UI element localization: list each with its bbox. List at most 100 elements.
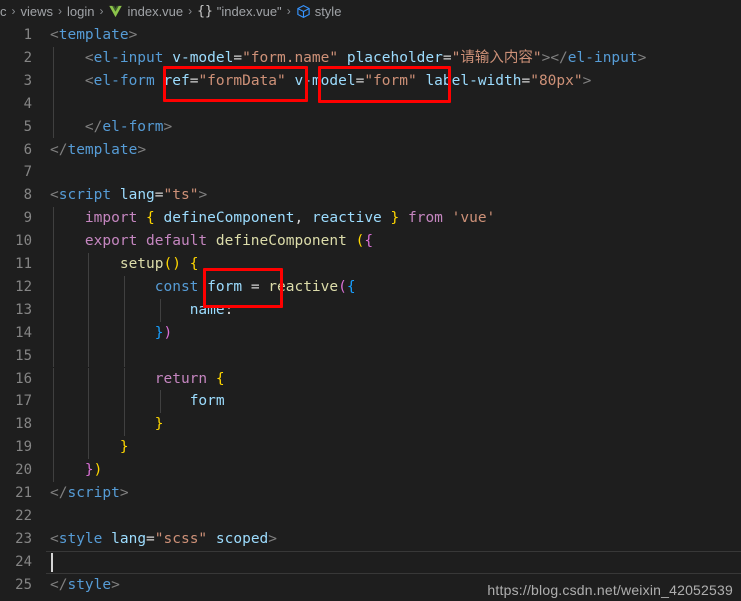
code-token: < (84, 72, 94, 89)
breadcrumb-item-index-vue[interactable]: index.vue (108, 4, 183, 19)
code-line[interactable]: 11 setup() { (0, 253, 741, 276)
code-line[interactable]: 2 <el-input v-model="form.name" placehol… (0, 46, 741, 70)
code-token: ) (163, 324, 173, 341)
code-token: = (146, 530, 155, 547)
code-token: </ (50, 576, 68, 593)
code-token: style (58, 530, 103, 547)
code-line-text: <template> (50, 24, 137, 47)
code-token: = (250, 278, 260, 295)
breadcrumb-item-style[interactable]: style (296, 4, 341, 19)
vscode-editor-window: c › views › login › index.vue ›{} "index.vue" › st… (0, 0, 741, 601)
code-token: : (224, 301, 234, 318)
code-line[interactable]: 20 }) (0, 459, 741, 482)
code-token: "80px" (530, 72, 583, 89)
watermark-url: https://blog.csdn.net/weixin_42052539 (487, 582, 733, 598)
code-line[interactable]: 10 export default defineComponent ({ (0, 230, 741, 253)
code-line-text: <el-form ref="formData" v-model="form" l… (50, 70, 591, 93)
code-line[interactable]: 21 </script> (0, 482, 741, 505)
line-number: 10 (15, 233, 32, 250)
breadcrumb-item-views[interactable]: views (21, 4, 54, 19)
line-number: 3 (23, 72, 32, 89)
code-line[interactable]: 12 const form = reactive({ (0, 275, 741, 299)
code-token: return (154, 370, 208, 387)
code-line[interactable]: 5 </el-form> (0, 115, 741, 139)
code-token: > (637, 49, 647, 66)
line-number: 18 (15, 416, 32, 433)
code-line[interactable]: 13 name: (0, 298, 741, 322)
vue-file-icon (108, 4, 123, 19)
code-token: reactive (268, 278, 339, 295)
text-cursor (51, 552, 53, 572)
line-number: 9 (23, 210, 32, 227)
code-line[interactable]: 3 <el-form ref="formData" v-model="form"… (0, 69, 741, 93)
code-token: > (137, 141, 147, 158)
code-token: = (442, 49, 452, 66)
line-number: 17 (15, 393, 32, 410)
code-line[interactable]: 17 form (0, 390, 741, 414)
code-token: const (154, 278, 199, 295)
code-line[interactable]: 4 (0, 92, 741, 116)
code-token: > (119, 485, 129, 501)
code-token: "form.name" (242, 49, 339, 66)
code-line[interactable]: 1 <template> (0, 24, 741, 47)
line-number: 21 (15, 485, 32, 501)
code-token: > (198, 187, 208, 204)
line-number: 11 (15, 256, 32, 272)
code-token: { (189, 256, 199, 272)
code-line-text: name: (50, 299, 234, 322)
code-line[interactable]: 22 (0, 505, 741, 528)
code-line[interactable]: 7 (0, 161, 741, 184)
breadcrumb-separator: › (11, 4, 16, 18)
code-token: "form" (364, 72, 417, 89)
code-token: el-input (567, 49, 638, 66)
code-line[interactable]: 9 import { defineComponent, reactive } f… (0, 207, 741, 231)
code-line[interactable]: 19 } (0, 436, 741, 460)
code-token: el-form (93, 72, 155, 89)
code-token: lang (119, 187, 155, 204)
code-line[interactable]: 14 }) (0, 321, 741, 345)
code-token: { (364, 233, 374, 250)
code-token: from (407, 210, 443, 227)
code-line-text: form (50, 390, 225, 413)
code-editor[interactable]: 1 <template> 2 <el-input v-model="form.nam… (0, 22, 741, 601)
code-line[interactable]: 6 </template> (0, 139, 741, 162)
code-token: < (50, 27, 59, 43)
code-line-text: <script lang="ts"> (50, 184, 207, 207)
code-line[interactable]: 15 (0, 344, 741, 368)
code-line-text: import { defineComponent, reactive } fro… (50, 207, 495, 230)
code-line[interactable]: 18 } (0, 413, 741, 437)
breadcrumb-separator: › (99, 4, 104, 18)
code-line[interactable]: 8 <script lang="ts"> (0, 184, 741, 207)
indent-guide (53, 344, 54, 368)
line-number: 2 (23, 49, 32, 66)
code-token: default (146, 233, 208, 250)
code-line-text: </style> (50, 574, 120, 597)
code-line[interactable]: 16 return { (0, 367, 741, 391)
line-number: 16 (15, 370, 32, 387)
breadcrumb-separator: › (58, 4, 63, 18)
code-token: name (189, 301, 225, 318)
code-token: < (84, 49, 94, 66)
code-token: { (215, 370, 225, 387)
line-number: 8 (23, 187, 32, 204)
breadcrumb-item-login[interactable]: login (67, 4, 94, 19)
code-token: import (84, 210, 138, 227)
code-token: } (154, 416, 164, 433)
code-line[interactable]: 24 (0, 550, 741, 574)
code-token: scoped (215, 530, 269, 547)
breadcrumb-item-index-vue[interactable]: {} "index.vue" (197, 4, 282, 19)
code-line-text: <el-input v-model="form.name" placeholde… (50, 47, 646, 70)
code-line[interactable]: 23 <style lang="scss" scoped> (0, 528, 741, 551)
code-token: 'vue' (451, 210, 496, 227)
